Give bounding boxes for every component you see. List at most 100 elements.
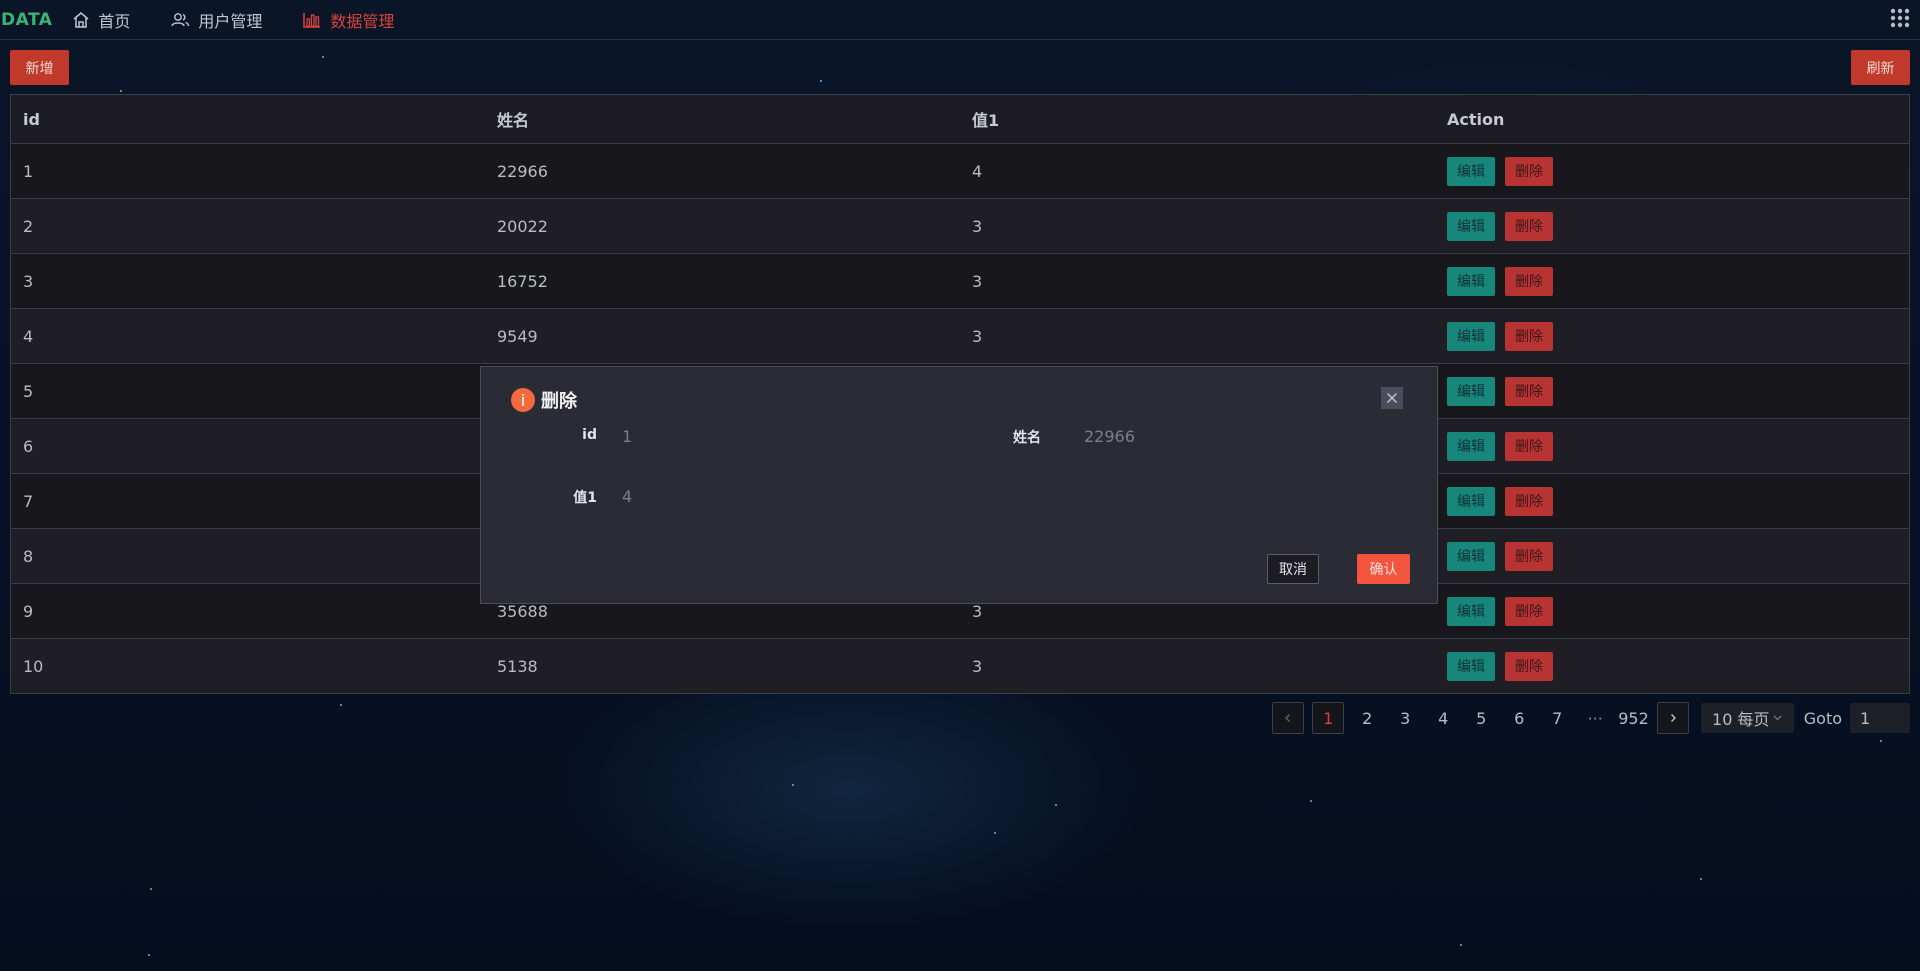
- nav-item-home[interactable]: 首页: [72, 0, 130, 39]
- cell-value1: 3: [960, 253, 1435, 309]
- page-number[interactable]: 2: [1352, 703, 1382, 733]
- dialog-title: i 删除: [511, 387, 577, 413]
- delete-button[interactable]: 删除: [1505, 376, 1553, 406]
- bar-chart-icon: [302, 11, 322, 29]
- nav-item-data[interactable]: 数据管理: [302, 0, 394, 39]
- field-label-id: id: [582, 427, 597, 443]
- cell-action: 编辑 删除: [1435, 198, 1909, 254]
- delete-button[interactable]: 删除: [1505, 486, 1553, 516]
- cell-id: 6: [11, 418, 485, 474]
- cell-id: 7: [11, 473, 485, 529]
- delete-button[interactable]: 删除: [1505, 266, 1553, 296]
- cell-action: 编辑 删除: [1435, 528, 1909, 584]
- edit-button[interactable]: 编辑: [1447, 266, 1495, 296]
- cell-name: 20022: [485, 198, 960, 254]
- edit-button[interactable]: 编辑: [1447, 156, 1495, 186]
- field-value-value1: 4: [622, 487, 633, 506]
- delete-button[interactable]: 删除: [1505, 596, 1553, 626]
- chevron-down-icon: [1773, 713, 1782, 724]
- info-icon: i: [511, 388, 535, 412]
- cell-action: 编辑 删除: [1435, 638, 1909, 693]
- page-number[interactable]: 4: [1428, 703, 1458, 733]
- table-header-row: id 姓名 值1 Action: [11, 95, 1909, 144]
- field-value-id: 1: [622, 427, 633, 446]
- table-row: 3 16752 3 编辑 删除: [11, 253, 1909, 309]
- page-number[interactable]: 6: [1504, 703, 1534, 733]
- cell-id: 2: [11, 198, 485, 254]
- table-row: 10 5138 3 编辑 删除: [11, 638, 1909, 693]
- cell-name: 16752: [485, 253, 960, 309]
- top-nav: DATA 首页 用户管理 数据管理: [0, 0, 1920, 40]
- page-last[interactable]: 952: [1618, 703, 1649, 733]
- pagination: 1 2 3 4 5 6 7 ··· 952 10 每页 Goto: [1264, 702, 1910, 734]
- add-button[interactable]: 新增: [10, 50, 69, 85]
- home-icon: [72, 11, 90, 29]
- table-row: 2 20022 3 编辑 删除: [11, 198, 1909, 254]
- field-label-value1: 值1: [573, 490, 597, 506]
- edit-button[interactable]: 编辑: [1447, 541, 1495, 571]
- logo: DATA: [1, 9, 53, 30]
- cell-name: 22966: [485, 143, 960, 199]
- goto-label: Goto: [1803, 708, 1842, 728]
- page-ellipsis[interactable]: ···: [1580, 703, 1610, 733]
- page-number[interactable]: 5: [1466, 703, 1496, 733]
- cell-value1: 3: [960, 198, 1435, 254]
- edit-button[interactable]: 编辑: [1447, 431, 1495, 461]
- cell-id: 1: [11, 143, 485, 199]
- cell-action: 编辑 删除: [1435, 583, 1909, 639]
- edit-button[interactable]: 编辑: [1447, 596, 1495, 626]
- cancel-button[interactable]: 取消: [1267, 554, 1319, 584]
- cell-id: 10: [11, 638, 485, 693]
- cell-action: 编辑 删除: [1435, 418, 1909, 474]
- edit-button[interactable]: 编辑: [1447, 211, 1495, 241]
- nav-item-users[interactable]: 用户管理: [170, 0, 262, 39]
- page-number[interactable]: 7: [1542, 703, 1572, 733]
- field-label-name: 姓名: [1013, 430, 1041, 446]
- cell-action: 编辑 删除: [1435, 253, 1909, 309]
- nav-item-label: 数据管理: [330, 11, 395, 31]
- page-number[interactable]: 3: [1390, 703, 1420, 733]
- cell-action: 编辑 删除: [1435, 143, 1909, 199]
- cell-id: 8: [11, 528, 485, 584]
- delete-button[interactable]: 删除: [1505, 431, 1553, 461]
- table-row: 4 9549 3 编辑 删除: [11, 308, 1909, 364]
- chevron-left-icon[interactable]: [1272, 702, 1305, 734]
- edit-button[interactable]: 编辑: [1447, 376, 1495, 406]
- nav-item-label: 用户管理: [198, 11, 263, 31]
- column-header-name: 姓名: [485, 95, 960, 144]
- delete-button[interactable]: 删除: [1505, 651, 1553, 681]
- dialog-title-text: 删除: [541, 391, 577, 412]
- delete-button[interactable]: 删除: [1505, 211, 1553, 241]
- cell-action: 编辑 删除: [1435, 473, 1909, 529]
- table-row: 1 22966 4 编辑 删除: [11, 143, 1909, 199]
- cell-value1: 3: [960, 638, 1435, 693]
- confirm-button[interactable]: 确认: [1357, 554, 1410, 584]
- cell-action: 编辑 删除: [1435, 308, 1909, 364]
- page-current[interactable]: 1: [1312, 702, 1345, 734]
- cell-id: 5: [11, 363, 485, 419]
- cell-value1: 4: [960, 143, 1435, 199]
- edit-button[interactable]: 编辑: [1447, 651, 1495, 681]
- column-header-id: id: [11, 95, 485, 144]
- cell-name: 5138: [485, 638, 960, 693]
- nav-item-label: 首页: [98, 11, 131, 31]
- refresh-button[interactable]: 刷新: [1851, 50, 1910, 85]
- page-size-select[interactable]: 10 每页: [1700, 703, 1794, 733]
- column-header-value1: 值1: [960, 95, 1435, 144]
- edit-button[interactable]: 编辑: [1447, 486, 1495, 516]
- users-icon: [170, 11, 190, 29]
- grid-apps-icon[interactable]: [1890, 8, 1910, 32]
- delete-button[interactable]: 删除: [1505, 156, 1553, 186]
- goto-input[interactable]: [1850, 703, 1910, 733]
- delete-button[interactable]: 删除: [1505, 541, 1553, 571]
- cell-id: 4: [11, 308, 485, 364]
- close-icon[interactable]: [1381, 387, 1403, 409]
- chevron-right-icon[interactable]: [1656, 702, 1689, 734]
- field-value-name: 22966: [1084, 427, 1135, 446]
- delete-dialog: i 删除 id 1 姓名 22966 值1 4 取消 确认: [480, 366, 1438, 604]
- cell-name: 9549: [485, 308, 960, 364]
- column-header-action: Action: [1435, 95, 1909, 144]
- delete-button[interactable]: 删除: [1505, 321, 1553, 351]
- edit-button[interactable]: 编辑: [1447, 321, 1495, 351]
- page-size-value: 10 每页: [1712, 710, 1770, 729]
